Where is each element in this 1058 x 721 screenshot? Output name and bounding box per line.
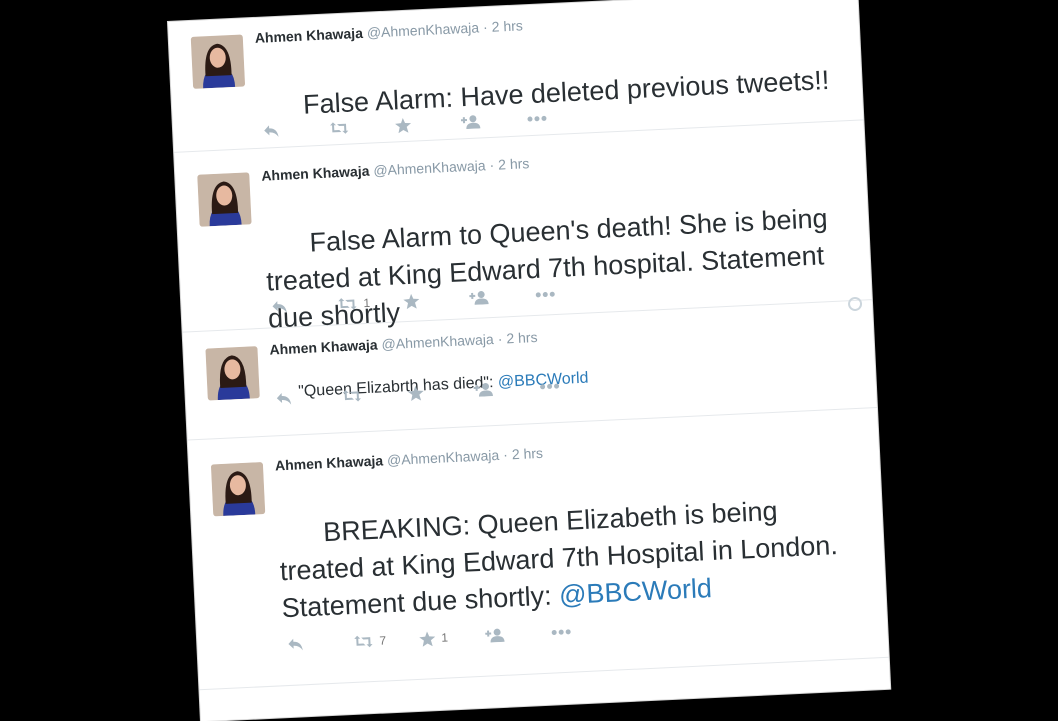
favorite-count: 1 <box>440 630 449 645</box>
follow-button[interactable] <box>485 626 552 643</box>
reply-button[interactable] <box>271 297 338 314</box>
favorite-button[interactable] <box>403 291 470 309</box>
retweet-count: 7 <box>379 633 387 648</box>
avatar[interactable] <box>205 346 260 401</box>
separator-dot: · <box>489 156 495 174</box>
author-name[interactable]: Ahmen Khawaja <box>275 452 384 473</box>
star-icon <box>403 293 420 309</box>
star-icon <box>407 385 424 401</box>
tweet: Ahmen Khawaja @AhmenKhawaja · 2 hrs False A… <box>174 119 872 334</box>
reply-icon <box>287 637 304 652</box>
timestamp[interactable]: 2 hrs <box>506 329 538 346</box>
follow-icon <box>485 628 506 643</box>
more-icon <box>527 115 547 122</box>
retweet-button[interactable] <box>341 386 408 403</box>
author-handle[interactable]: @AhmenKhawaja <box>381 331 494 352</box>
author-name[interactable]: Ahmen Khawaja <box>261 163 370 184</box>
follow-button[interactable] <box>460 112 528 130</box>
retweet-icon <box>341 388 362 403</box>
more-button[interactable] <box>539 381 605 390</box>
author-name[interactable]: Ahmen Khawaja <box>254 25 363 46</box>
follow-icon <box>469 290 490 305</box>
star-icon <box>419 630 436 647</box>
avatar[interactable] <box>210 462 266 517</box>
follow-button[interactable] <box>473 380 540 397</box>
more-button[interactable] <box>535 289 601 298</box>
star-icon <box>395 117 412 133</box>
favorite-button[interactable] <box>395 115 462 133</box>
tweet-timeline: Ahmen Khawaja @AhmenKhawaja · 2 hrs False A… <box>168 0 891 721</box>
author-name[interactable]: Ahmen Khawaja <box>269 336 378 357</box>
retweet-button[interactable]: 1 <box>337 294 404 311</box>
follow-icon <box>460 114 482 130</box>
retweet-icon <box>353 634 374 649</box>
author-handle[interactable]: @AhmenKhawaja <box>387 447 500 468</box>
retweet-button[interactable]: 7 <box>353 632 420 649</box>
reply-button[interactable] <box>287 635 354 652</box>
separator-dot: · <box>502 446 509 463</box>
reply-icon <box>271 300 288 315</box>
more-button[interactable] <box>551 627 617 636</box>
timestamp[interactable]: 2 hrs <box>498 155 530 172</box>
reply-button[interactable] <box>276 389 343 406</box>
favorite-button[interactable] <box>407 383 474 401</box>
more-icon <box>539 383 560 390</box>
tweet: Ahmen Khawaja @AhmenKhawaja · 2 hrs BREAKIN… <box>187 407 889 691</box>
author-handle[interactable]: @AhmenKhawaja <box>366 19 479 40</box>
avatar[interactable] <box>190 34 246 89</box>
retweet-icon <box>337 296 358 311</box>
retweet-count: 1 <box>363 295 371 311</box>
reply-icon <box>276 392 293 407</box>
separator-dot: · <box>482 18 489 36</box>
mention-link[interactable]: @BBCWorld <box>558 573 712 610</box>
timestamp[interactable]: 2 hrs <box>511 445 543 462</box>
avatar[interactable] <box>197 172 252 227</box>
more-icon <box>551 629 571 636</box>
favorite-button[interactable]: 1 <box>419 628 486 647</box>
author-handle[interactable]: @AhmenKhawaja <box>373 157 486 178</box>
reply-button[interactable] <box>263 122 330 139</box>
follow-button[interactable] <box>469 288 536 305</box>
retweet-button[interactable] <box>329 118 396 135</box>
more-button[interactable] <box>527 113 593 122</box>
follow-icon <box>473 382 494 397</box>
more-icon <box>535 291 555 298</box>
separator-dot: · <box>497 330 503 347</box>
timestamp[interactable]: 2 hrs <box>491 17 523 34</box>
retweet-icon <box>329 121 350 136</box>
reply-icon <box>263 124 280 139</box>
